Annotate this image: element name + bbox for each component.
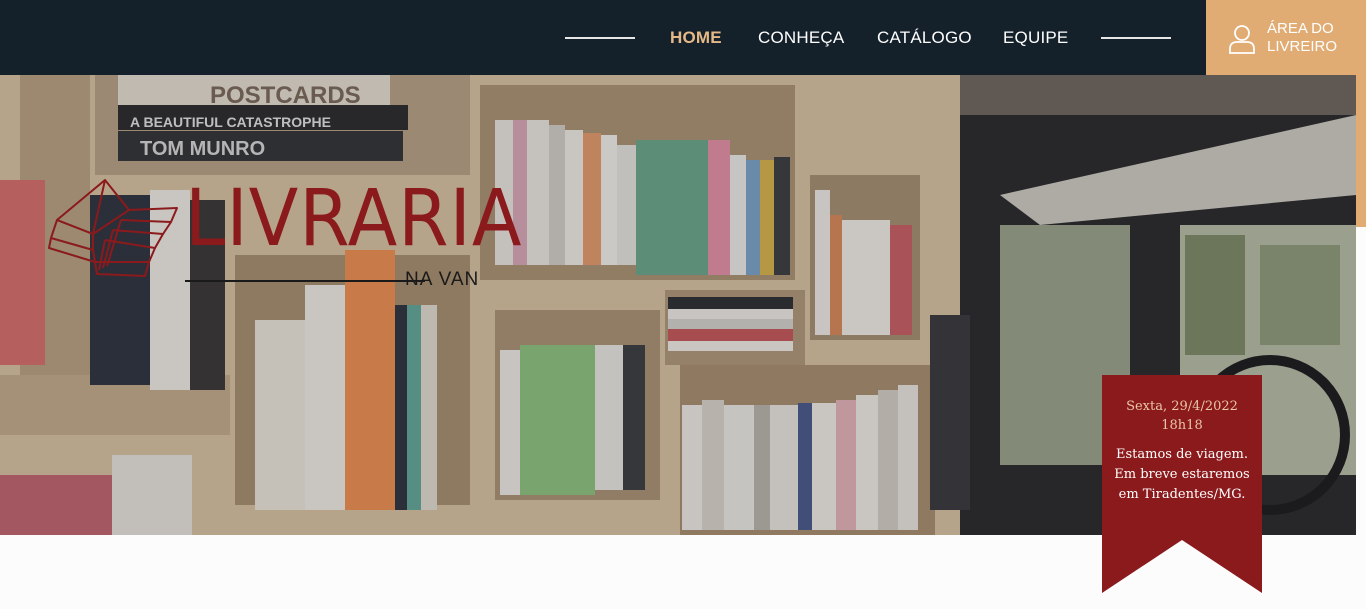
nav-divider-left: [565, 37, 635, 39]
notice-message-line: em Tiradentes/MG.: [1118, 487, 1246, 502]
nav-conheca[interactable]: CONHEÇA: [758, 28, 844, 48]
notice-message-line: Em breve estaremos: [1114, 467, 1250, 482]
notice-message-line: Estamos de viagem.: [1116, 447, 1248, 462]
logo-underline: [185, 280, 425, 282]
nav-equipe[interactable]: EQUIPE: [1003, 28, 1068, 48]
notice-time: 18h18: [1161, 418, 1203, 433]
logo-title: LIVRARIA: [185, 174, 523, 264]
notice-datetime: Sexta, 29/4/2022 18h18: [1102, 397, 1262, 435]
notice-ribbon: Sexta, 29/4/2022 18h18 Estamos de viagem…: [1102, 375, 1262, 595]
site-logo[interactable]: LIVRARIA NA VAN: [45, 178, 521, 293]
nav-catalogo[interactable]: CATÁLOGO: [877, 28, 972, 48]
notice-message: Estamos de viagem. Em breve estaremos em…: [1102, 445, 1262, 505]
bookseller-area-button[interactable]: ÁREA DO LIVREIRO: [1206, 0, 1366, 75]
nav-home[interactable]: HOME: [670, 28, 722, 48]
notice-date: Sexta, 29/4/2022: [1126, 399, 1238, 414]
accent-strip: [1356, 75, 1366, 227]
bookseller-area-label: ÁREA DO LIVREIRO: [1267, 20, 1338, 55]
nav-divider-right: [1101, 37, 1171, 39]
open-book-icon: [48, 179, 178, 277]
user-icon: [1229, 25, 1255, 54]
top-navigation-bar: HOME CONHEÇA CATÁLOGO EQUIPE ÁREA DO LIV…: [0, 0, 1366, 75]
logo-subtitle: NA VAN: [405, 269, 480, 290]
